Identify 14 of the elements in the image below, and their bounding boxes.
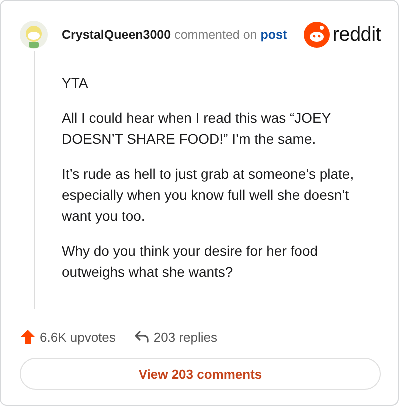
upvote-icon[interactable] (20, 329, 36, 345)
comment-paragraph: Why do you think your desire for her food outweighs what she wants? (62, 242, 320, 282)
comment-paragraph: All I could hear when I read this was “JOEY DOESN’T SHARE FOOD!” I’m the same. (62, 109, 332, 149)
alien-logo-icon (304, 22, 330, 48)
comment-paragraph: YTA (62, 74, 90, 93)
comment-byline: CrystalQueen3000 commented on post (62, 28, 288, 42)
comment-paragraph: It’s rude as hell to just grab at someone’s plate, especially when you know full well she doesn’t want you too. (62, 165, 356, 226)
upvote-count: 6.6K upvotes (40, 330, 116, 344)
reply-icon[interactable] (134, 329, 150, 345)
view-comments-button[interactable]: View 203 comments (20, 358, 381, 390)
post-link[interactable]: post (260, 28, 288, 42)
reply-count: 203 replies (154, 330, 218, 344)
brand-name: reddit (332, 24, 381, 46)
avatar-icon (20, 21, 48, 49)
